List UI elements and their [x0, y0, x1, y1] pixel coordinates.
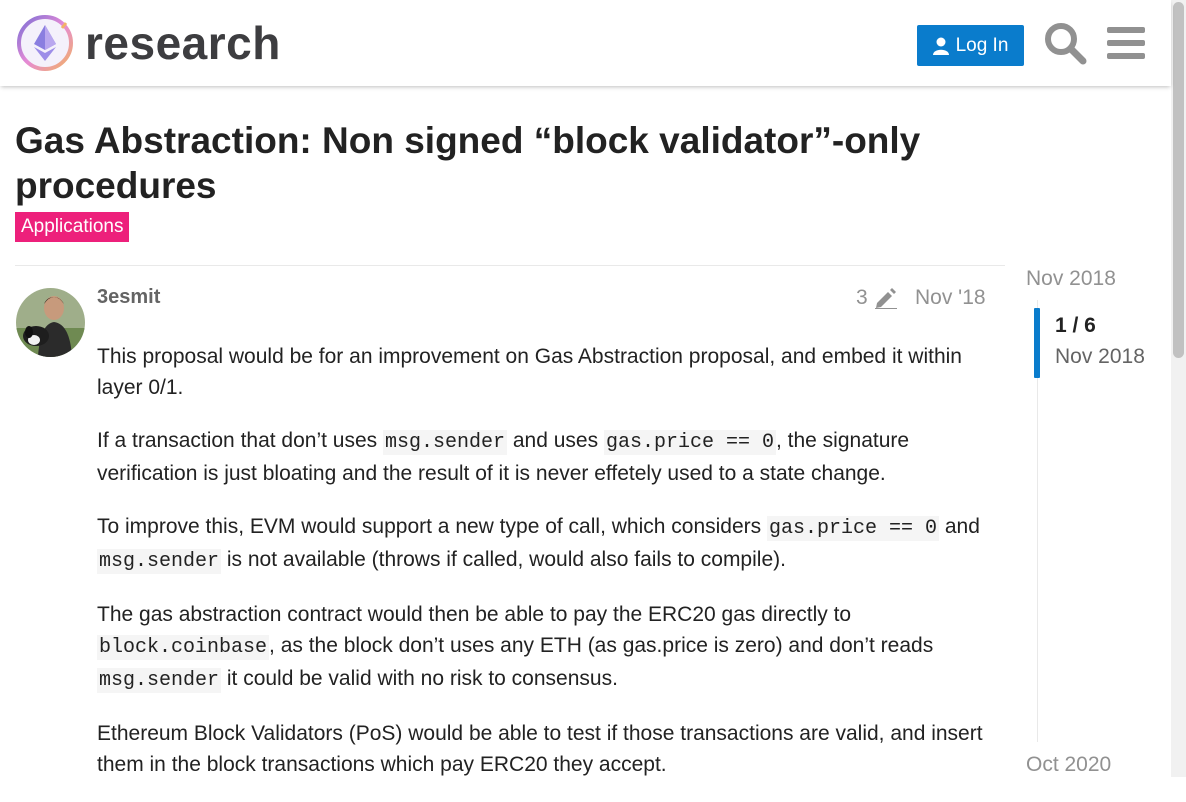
hamburger-menu-icon[interactable]	[1103, 20, 1149, 66]
paragraph: If a transaction that don’t uses msg.sen…	[97, 429, 910, 485]
avatar-image	[16, 288, 85, 357]
avatar[interactable]	[16, 288, 85, 357]
site-logo[interactable]: research	[16, 14, 281, 72]
login-label: Log In	[955, 34, 1009, 56]
login-button[interactable]: Log In	[917, 25, 1024, 66]
code-inline: msg.sender	[383, 430, 508, 455]
site-header: research Log In	[0, 0, 1171, 86]
pencil-icon	[874, 288, 897, 309]
edit-history-button[interactable]: 3	[856, 286, 898, 310]
ethereum-research-logo-icon	[17, 15, 73, 71]
code-inline: msg.sender	[97, 549, 222, 574]
code-inline: gas.price == 0	[766, 516, 940, 541]
paragraph: The gas abstraction contract would then …	[97, 603, 934, 693]
search-icon[interactable]	[1042, 20, 1088, 66]
post-body: This proposal would be for an improvemen…	[97, 341, 992, 802]
timeline-start-date[interactable]: Nov 2018	[1026, 267, 1116, 291]
code-inline: gas.price == 0	[603, 430, 776, 455]
code-inline: msg.sender	[97, 668, 222, 693]
timeline-scroll-handle[interactable]	[1034, 308, 1040, 378]
edit-count: 3	[856, 286, 868, 309]
category-badge[interactable]: Applications	[15, 212, 130, 242]
topic-title[interactable]: Gas Abstraction: Non signed “block valid…	[15, 118, 1015, 208]
timeline-end-date[interactable]: Oct 2020	[1026, 753, 1111, 777]
logo-text: research	[85, 17, 281, 69]
paragraph: Ethereum Block Validators (PoS) would be…	[97, 722, 983, 776]
scrollbar-thumb[interactable]	[1173, 2, 1184, 358]
timeline-progress: 1 / 6	[1055, 314, 1096, 337]
timeline-current-date: Nov 2018	[1055, 345, 1145, 368]
paragraph: To improve this, EVM would support a new…	[97, 515, 980, 574]
divider	[15, 265, 1005, 266]
code-inline: block.coinbase	[97, 635, 270, 660]
post-date[interactable]: Nov '18	[915, 286, 986, 310]
user-icon	[932, 37, 949, 55]
paragraph: This proposal would be for an improvemen…	[97, 345, 962, 399]
post-username[interactable]: 3esmit	[97, 286, 160, 309]
